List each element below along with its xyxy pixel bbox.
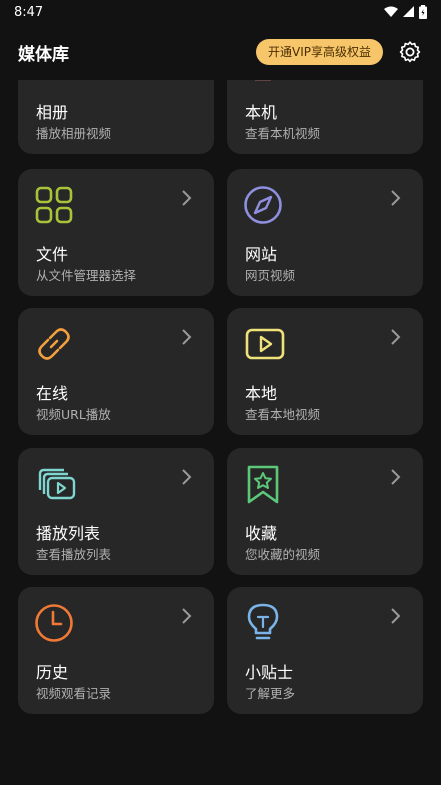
media-grid: 相册 播放相册视频 本机 查看本机视频 文件 从文件管理器选择 网站 网页视频 … <box>18 80 423 785</box>
card-title: 相册 <box>36 103 69 122</box>
album-icon <box>34 80 74 83</box>
chevron-right-icon <box>182 469 192 485</box>
card-title: 文件 <box>36 245 69 264</box>
card-title: 小贴士 <box>245 663 294 682</box>
card-local[interactable]: 本地 查看本地视频 <box>227 308 423 435</box>
clock-icon <box>35 604 73 642</box>
card-subtitle: 从文件管理器选择 <box>36 268 137 283</box>
gear-icon <box>399 41 421 63</box>
card-tips[interactable]: 小贴士 了解更多 <box>227 587 423 714</box>
card-website[interactable]: 网站 网页视频 <box>227 169 423 296</box>
status-bar: 8:47 <box>0 0 441 24</box>
chevron-right-icon <box>182 190 192 206</box>
card-title: 历史 <box>36 663 69 682</box>
card-history[interactable]: 历史 视频观看记录 <box>18 587 214 714</box>
card-online[interactable]: 在线 视频URL播放 <box>18 308 214 435</box>
link-icon <box>38 328 70 360</box>
chevron-right-icon <box>391 190 401 206</box>
battery-icon <box>419 5 427 19</box>
signal-icon <box>403 6 414 17</box>
device-icon <box>255 80 271 81</box>
card-title: 收藏 <box>245 524 278 543</box>
card-subtitle: 网页视频 <box>245 268 296 283</box>
card-title: 网站 <box>245 245 278 264</box>
card-subtitle: 查看播放列表 <box>36 547 112 562</box>
page-title: 媒体库 <box>18 44 69 65</box>
card-subtitle: 了解更多 <box>245 686 296 701</box>
playlist-icon <box>38 468 76 500</box>
card-subtitle: 查看本地视频 <box>245 407 321 422</box>
card-device[interactable]: 本机 查看本机视频 <box>227 80 423 154</box>
grid-icon <box>35 186 73 224</box>
card-subtitle: 视频观看记录 <box>36 686 112 701</box>
vip-button[interactable]: 开通VIP享高级权益 <box>256 39 383 65</box>
card-subtitle: 播放相册视频 <box>36 126 112 141</box>
card-title: 本地 <box>245 384 278 403</box>
card-subtitle: 您收藏的视频 <box>245 547 321 562</box>
chevron-right-icon <box>391 329 401 345</box>
compass-icon <box>244 186 282 224</box>
status-icons <box>384 5 427 19</box>
chevron-right-icon <box>391 469 401 485</box>
card-subtitle: 视频URL播放 <box>36 407 111 422</box>
play-box-icon <box>245 328 285 360</box>
status-time: 8:47 <box>14 4 44 20</box>
card-title: 播放列表 <box>36 524 101 543</box>
card-title: 本机 <box>245 103 278 122</box>
wifi-icon <box>384 6 398 17</box>
settings-button[interactable] <box>397 39 423 65</box>
chevron-right-icon <box>182 329 192 345</box>
lightbulb-icon <box>247 603 279 640</box>
card-favorites[interactable]: 收藏 您收藏的视频 <box>227 448 423 575</box>
card-album[interactable]: 相册 播放相册视频 <box>18 80 214 154</box>
card-files[interactable]: 文件 从文件管理器选择 <box>18 169 214 296</box>
bookmark-star-icon <box>247 465 279 504</box>
chevron-right-icon <box>391 608 401 624</box>
card-title: 在线 <box>36 384 69 403</box>
card-subtitle: 查看本机视频 <box>245 126 321 141</box>
app-bar: 媒体库 开通VIP享高级权益 <box>0 24 441 80</box>
card-playlist[interactable]: 播放列表 查看播放列表 <box>18 448 214 575</box>
chevron-right-icon <box>182 608 192 624</box>
